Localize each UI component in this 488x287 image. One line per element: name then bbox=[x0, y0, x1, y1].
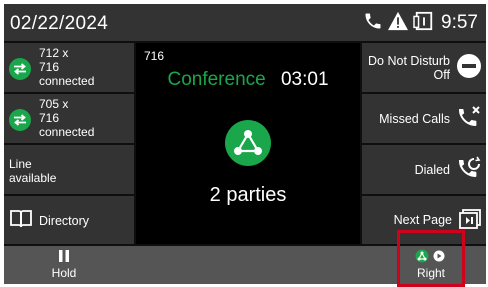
book-icon bbox=[9, 209, 33, 232]
line-label: Line bbox=[9, 157, 32, 171]
line-key-call-2[interactable]: 705 x 716 connected bbox=[4, 94, 134, 143]
call-extension: 716 bbox=[39, 60, 60, 74]
voicemail-icon bbox=[413, 11, 435, 36]
date: 02/22/2024 bbox=[10, 13, 109, 34]
hold-label: Hold bbox=[51, 266, 77, 280]
pause-icon bbox=[44, 249, 84, 266]
do-not-disturb-content: Do Not Disturb Off bbox=[368, 43, 482, 92]
do-not-disturb-title: Do Not Disturb bbox=[368, 53, 450, 68]
do-not-disturb-label: Do Not Disturb Off bbox=[368, 54, 450, 82]
next-page-icon bbox=[458, 208, 482, 233]
directory-key[interactable]: Directory bbox=[4, 196, 134, 244]
dialed-call-icon bbox=[456, 156, 482, 183]
highlight-box bbox=[397, 230, 465, 287]
missed-calls-content: Missed Calls bbox=[379, 94, 482, 143]
directory-content: Directory bbox=[9, 209, 89, 232]
next-page-label: Next Page bbox=[393, 213, 452, 227]
conference-header: Conference 03:01 bbox=[136, 69, 360, 91]
dialed-label: Dialed bbox=[414, 162, 450, 177]
missed-call-icon bbox=[456, 105, 482, 132]
missed-calls-label: Missed Calls bbox=[379, 111, 450, 126]
warning-icon bbox=[387, 11, 409, 36]
directory-label: Directory bbox=[39, 213, 90, 228]
line-key-call-1[interactable]: 712 x 716 connected bbox=[4, 43, 134, 92]
dialed-content: Dialed bbox=[415, 145, 482, 194]
conference-icon bbox=[225, 120, 271, 166]
conference-label: Conference bbox=[167, 69, 266, 90]
call-parties: 712 x bbox=[39, 46, 69, 60]
party-count: 2 parties bbox=[209, 184, 287, 206]
active-call-panel: 716 Conference 03:01 2 parties bbox=[136, 43, 360, 244]
dialed-key[interactable]: Dialed bbox=[362, 145, 486, 194]
clock-time: 9:57 bbox=[441, 12, 478, 33]
call-state: connected bbox=[39, 74, 95, 88]
call-state: connected bbox=[39, 125, 95, 139]
call-timer: 03:01 bbox=[280, 69, 329, 90]
do-not-disturb-icon bbox=[456, 53, 482, 82]
call-extension: 716 bbox=[39, 111, 60, 125]
extension-number: 716 bbox=[144, 49, 165, 63]
line-status: available bbox=[9, 171, 57, 185]
do-not-disturb-key[interactable]: Do Not Disturb Off bbox=[362, 43, 486, 92]
call-parties: 705 x bbox=[39, 97, 69, 111]
status-icons: 9:57 bbox=[363, 10, 478, 36]
status-bar: 02/22/2024 9:57 bbox=[4, 4, 486, 41]
missed-calls-key[interactable]: Missed Calls bbox=[362, 94, 486, 143]
call-info: 705 x 716 connected bbox=[39, 97, 94, 139]
line-info: Line available bbox=[9, 157, 56, 185]
do-not-disturb-state: Off bbox=[433, 67, 450, 82]
hold-softkey[interactable]: Hold bbox=[44, 249, 84, 280]
call-transfer-icon bbox=[9, 109, 31, 131]
call-info: 712 x 716 connected bbox=[39, 46, 94, 88]
call-transfer-icon bbox=[9, 58, 31, 80]
line-key-available[interactable]: Line available bbox=[4, 145, 134, 194]
phone-icon bbox=[363, 11, 383, 36]
